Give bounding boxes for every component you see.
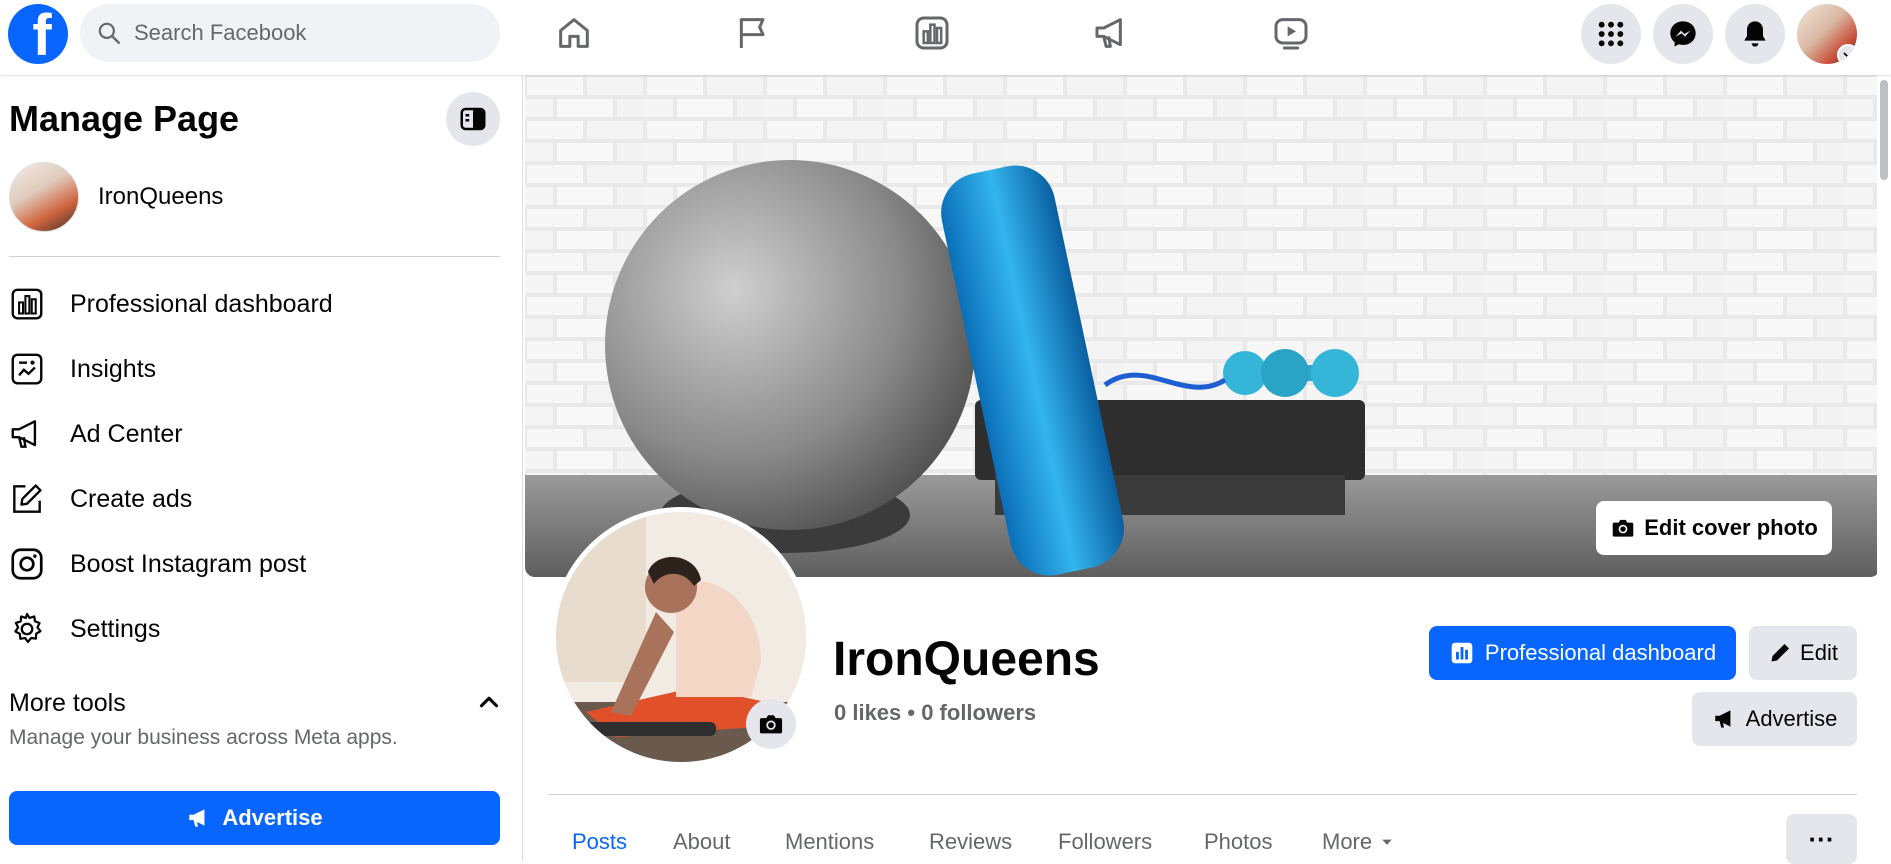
dashboard-icon[interactable] [909, 10, 955, 56]
sidebar-item-label: Ad Center [70, 419, 183, 448]
sidebar-title: Manage Page [9, 98, 240, 139]
flag-icon[interactable] [730, 10, 776, 56]
megaphone-icon[interactable] [1089, 10, 1135, 56]
sidebar-toggle-icon [460, 107, 486, 131]
gear-icon [14, 612, 42, 644]
sidebar-item-label: Boost Instagram post [70, 549, 307, 578]
update-profile-picture-button[interactable] [746, 699, 796, 749]
pencil-icon [1771, 644, 1790, 662]
edit-page-button[interactable]: Edit [1749, 626, 1857, 680]
tab-about[interactable]: About [673, 829, 731, 855]
sidebar-item-label: Insights [70, 354, 157, 383]
tab-photos[interactable]: Photos [1204, 829, 1273, 855]
scrollbar-thumb[interactable] [1880, 80, 1888, 180]
instagram-icon [11, 548, 43, 580]
facebook-logo[interactable]: f [8, 4, 68, 64]
sidebar-item-create-ads[interactable]: Create ads [0, 469, 510, 529]
sidebar-item-label: Professional dashboard [70, 289, 333, 318]
video-icon[interactable] [1268, 10, 1314, 56]
page-main-content: Edit cover photo IronQueens 0 likes • 0 … [524, 75, 1891, 864]
page-avatar [9, 162, 79, 232]
home-icon[interactable] [551, 10, 597, 56]
megaphone-icon [1714, 710, 1731, 728]
tab-posts[interactable]: Posts [572, 829, 627, 855]
sidebar-page-name: IronQueens [98, 183, 224, 210]
menu-grid-icon[interactable] [1581, 4, 1641, 64]
tab-reviews[interactable]: Reviews [929, 829, 1012, 855]
account-avatar[interactable] [1797, 4, 1857, 64]
sidebar-advertise-button[interactable]: Advertise [9, 791, 500, 845]
advertise-button[interactable]: Advertise [1692, 692, 1857, 746]
tab-mentions[interactable]: Mentions [785, 829, 874, 855]
professional-dashboard-label: Professional dashboard [1484, 640, 1717, 665]
megaphone-icon [189, 809, 205, 827]
camera-icon [759, 715, 783, 734]
facebook-logo-letter: f [32, 4, 52, 65]
collapse-sidebar-button[interactable] [446, 92, 500, 146]
more-tools-description: Manage your business across Meta apps. [9, 726, 398, 749]
insights-icon [11, 353, 43, 385]
sidebar-page-link[interactable]: IronQueens [9, 162, 223, 232]
sidebar-item-boost-instagram-post[interactable]: Boost Instagram post [0, 534, 510, 594]
tab-more[interactable]: More [1322, 829, 1394, 855]
edit-label: Edit [1800, 640, 1838, 665]
advertise-label: Advertise [222, 805, 323, 830]
manage-page-sidebar: Manage Page IronQueens Professional dash… [0, 75, 523, 862]
edit-cover-photo-button[interactable]: Edit cover photo [1596, 501, 1832, 555]
more-tools-heading[interactable]: More tools [9, 689, 126, 718]
dashboard-icon [1451, 642, 1473, 664]
pencil-square-icon [13, 484, 42, 513]
sidebar-item-label: Settings [70, 614, 161, 643]
caret-down-icon [1382, 839, 1392, 845]
sidebar-item-professional-dashboard[interactable]: Professional dashboard [0, 274, 510, 334]
chevron-down-icon [1837, 44, 1857, 64]
search-box[interactable] [80, 4, 500, 62]
sidebar-item-insights[interactable]: Insights [0, 339, 510, 399]
search-input[interactable] [134, 20, 474, 46]
advertise-label: Advertise [1745, 706, 1838, 731]
more-options-button[interactable]: ··· [1786, 814, 1857, 864]
camera-icon [1612, 519, 1634, 537]
megaphone-icon [11, 420, 37, 448]
sidebar-item-ad-center[interactable]: Ad Center [0, 404, 510, 464]
top-navigation-bar: f [0, 0, 1891, 75]
messenger-icon[interactable] [1653, 4, 1713, 64]
page-stats: 0 likes • 0 followers [834, 700, 1037, 725]
professional-dashboard-button[interactable]: Professional dashboard [1429, 626, 1736, 680]
tab-followers[interactable]: Followers [1058, 829, 1152, 855]
edit-cover-photo-label: Edit cover photo [1644, 515, 1818, 540]
search-icon [98, 22, 120, 44]
sidebar-item-settings[interactable]: Settings [0, 599, 510, 659]
tab-more-label: More [1322, 829, 1373, 854]
notifications-bell-icon[interactable] [1725, 4, 1785, 64]
divider [548, 794, 1857, 795]
dashboard-icon [11, 288, 43, 320]
divider [9, 256, 500, 257]
sidebar-item-label: Create ads [70, 484, 193, 513]
chevron-up-icon[interactable] [474, 687, 504, 717]
scrollbar[interactable] [1877, 75, 1891, 862]
page-title: IronQueens [833, 633, 1100, 686]
